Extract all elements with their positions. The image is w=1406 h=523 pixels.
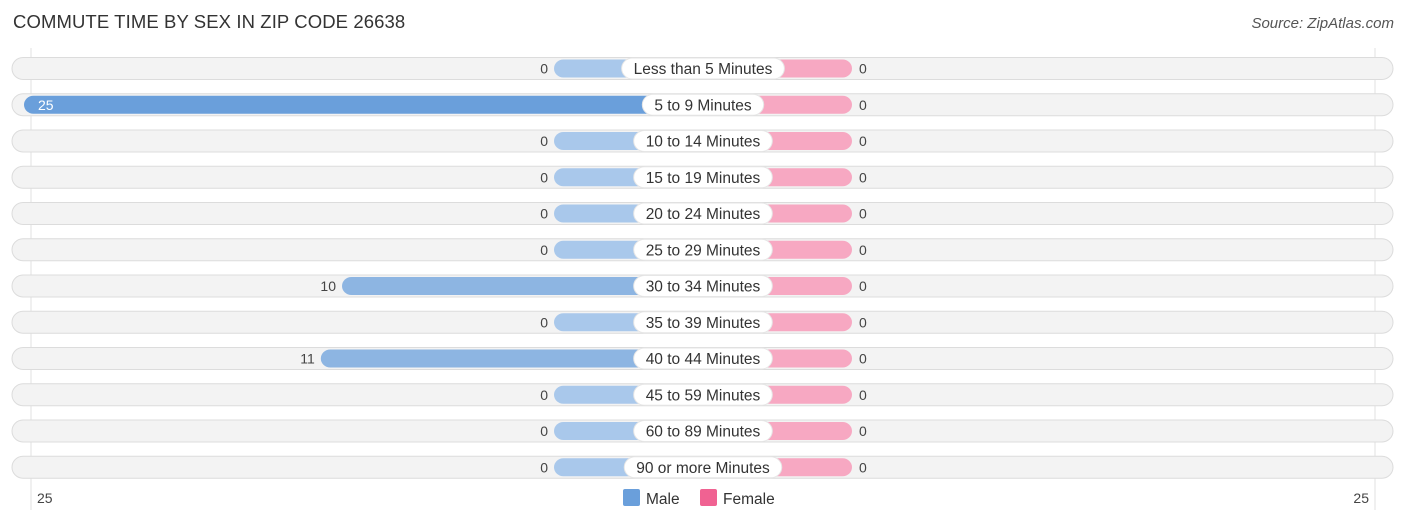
chart-row: 0 0 35 to 39 Minutes [11,310,1394,334]
chart-row: 0 0 10 to 14 Minutes [11,129,1394,153]
value-label-female: 0 [859,423,867,439]
value-label-female: 0 [859,242,867,258]
category-label: 5 to 9 Minutes [654,97,752,114]
value-label-male: 0 [540,169,548,185]
value-label-male: 0 [540,423,548,439]
chart-row: 0 0 90 or more Minutes [11,455,1394,479]
legend-swatch-male [623,489,640,506]
value-label-female: 0 [859,314,867,330]
value-label-female: 0 [859,133,867,149]
category-label: 30 to 34 Minutes [646,279,761,296]
chart-row: 0 0 25 to 29 Minutes [11,238,1394,262]
value-label-male: 0 [540,387,548,403]
chart-row: 0 0 Less than 5 Minutes [11,57,1394,80]
value-label-male: 0 [540,459,548,475]
category-label: 10 to 14 Minutes [646,134,761,151]
chart-row: 0 0 15 to 19 Minutes [11,165,1394,189]
chart-row: 0 0 20 to 24 Minutes [11,202,1394,225]
category-label: 60 to 89 Minutes [646,424,761,441]
value-label-male: 0 [540,242,548,258]
category-label: Less than 5 Minutes [634,61,773,78]
value-label-male: 0 [540,61,548,77]
category-label: 15 to 19 Minutes [646,170,761,187]
axis-label-left: 25 [37,490,53,506]
chart-row: 25 0 5 to 9 Minutes [11,93,1394,117]
value-label-male: 0 [540,206,548,222]
chart-row: 0 0 60 to 89 Minutes [11,419,1394,443]
value-label-female: 0 [859,351,867,367]
category-label: 35 to 39 Minutes [646,315,761,332]
value-label-male: 10 [320,278,336,294]
value-label-male: 0 [540,314,548,330]
value-label-female: 0 [859,278,867,294]
category-label: 20 to 24 Minutes [646,206,761,223]
legend-label-female: Female [723,491,775,508]
category-label: 45 to 59 Minutes [646,387,761,404]
category-label: 25 to 29 Minutes [646,242,761,259]
axis-label-right: 25 [1353,490,1369,506]
bar-male [24,95,703,114]
chart-row: 10 0 30 to 34 Minutes [11,274,1394,298]
chart-rows: 0 0Less than 5 Minutes25 05 to 9 Minutes0 0… [11,57,1394,479]
legend-label-male: Male [646,491,680,508]
chart-row: 0 0 45 to 59 Minutes [11,383,1394,407]
legend: Male Female [623,489,775,508]
value-label-male: 0 [540,133,548,149]
value-label-female: 0 [859,97,867,113]
category-label: 90 or more Minutes [636,460,770,477]
chart-row: 11 0 40 to 44 Minutes [11,347,1394,370]
legend-swatch-female [700,489,717,506]
category-label: 40 to 44 Minutes [646,351,761,368]
value-label-male: 25 [38,97,54,113]
value-label-female: 0 [859,206,867,222]
value-label-female: 0 [859,387,867,403]
value-label-female: 0 [859,61,867,77]
diverging-bar-chart: 0 0Less than 5 Minutes25 05 to 9 Minutes0 0… [11,48,1394,510]
value-label-male: 11 [300,351,315,367]
value-label-female: 0 [859,459,867,475]
value-label-female: 0 [859,169,867,185]
